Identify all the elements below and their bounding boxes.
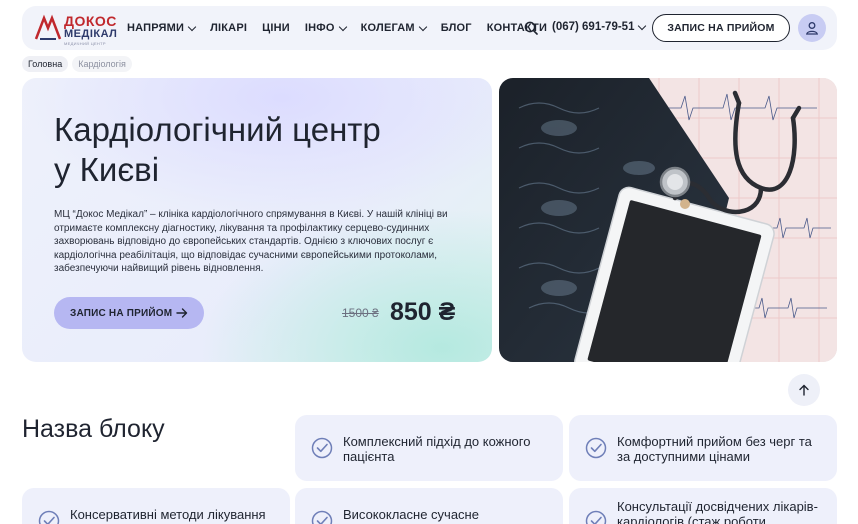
feature-text: Консервативні методи лікування <box>70 507 266 522</box>
nav-item-likari[interactable]: ЛІКАРІ <box>210 22 247 34</box>
nav-item-kolegam[interactable]: КОЛЕГАМ <box>360 22 427 34</box>
nav-item-blog[interactable]: БЛОГ <box>441 22 472 34</box>
feature-text: Комплексний підхід до кожного пацієнта <box>343 434 531 464</box>
breadcrumb-home[interactable]: Головна <box>22 56 69 72</box>
chevron-down-icon <box>638 21 647 30</box>
check-circle-icon <box>311 437 333 459</box>
nav-item-tsiny[interactable]: ЦІНИ <box>262 22 290 34</box>
arrow-right-icon <box>176 308 188 318</box>
page-title-line1: Кардіологічний центр <box>54 111 381 148</box>
hero-photo <box>499 78 837 362</box>
feature-card: Висококласне сучасне обладнання <box>295 488 563 524</box>
check-circle-icon <box>585 437 607 459</box>
nav-label: ЛІКАРІ <box>210 22 248 34</box>
hero-card: Кардіологічний центр у Києві МЦ “Докос М… <box>22 78 492 362</box>
chevron-down-icon <box>338 22 347 31</box>
feature-card: Комфортний прийом без черг та за доступн… <box>569 415 837 481</box>
logo-mark-icon <box>34 14 62 40</box>
appointment-button-hero[interactable]: ЗАПИС НА ПРИЙОМ <box>54 297 204 329</box>
breadcrumb-current: Кардіологія <box>72 56 132 72</box>
appointment-button-label: ЗАПИС НА ПРИЙОМ <box>70 307 173 319</box>
check-circle-icon <box>38 510 60 524</box>
nav-label: ІНФО <box>304 22 335 34</box>
feature-card: Консервативні методи лікування <box>22 488 290 524</box>
search-icon[interactable] <box>524 21 538 35</box>
page-title-line2: у Києві <box>54 151 160 188</box>
chevron-down-icon <box>187 22 197 31</box>
nav-label: НАПРЯМИ <box>127 22 185 34</box>
hero-description: МЦ “Докос Медікал” – клініка кардіологіч… <box>54 209 448 274</box>
new-price: 850 ₴ <box>390 298 456 326</box>
user-icon <box>806 22 818 35</box>
phone-number: (067) 691-79-51 <box>552 21 635 33</box>
nav-item-napryamy[interactable]: НАПРЯМИ <box>127 22 197 34</box>
cardiology-photo-illustration <box>499 78 837 362</box>
feature-card: Консультації досвідчених лікарів-кардіол… <box>569 488 837 524</box>
nav-label: ЦІНИ <box>262 22 290 34</box>
logo-line3: МЕДИЧНИЙ ЦЕНТР <box>64 41 106 46</box>
nav-item-kontakty[interactable]: КОНТАКТИ <box>487 22 547 34</box>
breadcrumb: Головна Кардіологія <box>22 56 132 72</box>
nav-label: КОЛЕГАМ <box>360 22 415 34</box>
user-account-button[interactable] <box>798 14 826 42</box>
nav-label: КОНТАКТИ <box>486 22 548 34</box>
logo-line1: ДОКОС <box>64 13 117 29</box>
feature-text: Висококласне сучасне обладнання <box>343 507 479 524</box>
check-circle-icon <box>311 510 333 524</box>
site-header: ДОКОС МЕДІКАЛ МЕДИЧНИЙ ЦЕНТР НАПРЯМИ ЛІК… <box>22 6 837 50</box>
logo-line2: МЕДІКАЛ <box>64 28 118 40</box>
feature-text: Консультації досвідчених лікарів-кардіол… <box>617 499 818 524</box>
check-circle-icon <box>585 510 607 524</box>
page-title: Кардіологічний центр у Києві <box>54 110 454 190</box>
section-title: Назва блоку <box>22 415 165 443</box>
nav-label: БЛОГ <box>440 22 472 34</box>
feature-card: Комплексний підхід до кожного пацієнта <box>295 415 563 481</box>
main-nav: НАПРЯМИ ЛІКАРІ ЦІНИ ІНФО КОЛЕГАМ БЛОГ КО… <box>127 6 562 50</box>
feature-text: Комфортний прийом без черг та за доступн… <box>617 434 812 464</box>
old-price: 1500 ₴ <box>342 306 379 320</box>
nav-item-info[interactable]: ІНФО <box>304 22 347 34</box>
chevron-down-icon <box>418 22 427 31</box>
appointment-button-header[interactable]: ЗАПИС НА ПРИЙОМ <box>652 14 790 42</box>
phone-dropdown[interactable]: (067) 691-79-51 <box>552 21 647 33</box>
arrow-up-icon <box>799 384 809 396</box>
logo[interactable]: ДОКОС МЕДІКАЛ МЕДИЧНИЙ ЦЕНТР <box>34 14 117 46</box>
scroll-to-top-button[interactable] <box>788 374 820 406</box>
logo-text: ДОКОС МЕДІКАЛ МЕДИЧНИЙ ЦЕНТР <box>64 13 118 46</box>
